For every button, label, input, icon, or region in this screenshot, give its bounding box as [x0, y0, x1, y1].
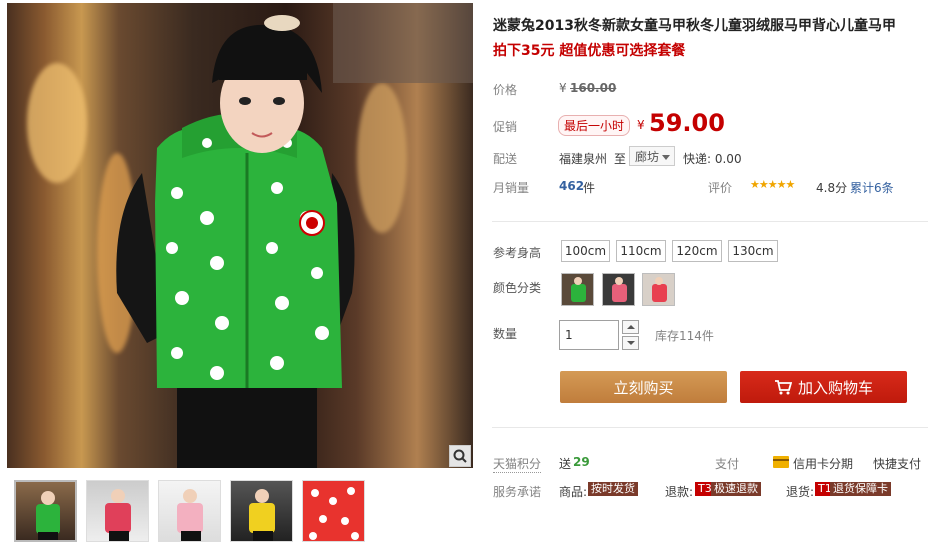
promo-tag: 最后一小时 — [558, 115, 631, 136]
sales-label: 月销量 — [493, 181, 530, 195]
rating-score: 4.8分 — [816, 181, 848, 195]
color-option-pink-red[interactable] — [642, 273, 675, 306]
thumbnail-image — [177, 489, 203, 541]
vest-green-swatch — [571, 277, 586, 302]
thumbnail-strip — [14, 480, 365, 542]
thumbnail-image — [36, 491, 60, 540]
thumbnail-image — [105, 489, 131, 541]
active-indicator-icon — [42, 480, 52, 481]
credit-card-icon — [773, 456, 789, 468]
express-fee: 快递: 0.00 — [683, 152, 742, 166]
original-price: 160.00 — [570, 81, 617, 95]
magnifier-icon — [453, 449, 467, 463]
original-currency: ¥ — [559, 81, 567, 95]
points-prefix: 送 — [559, 457, 572, 471]
rating-label: 评价 — [708, 181, 733, 195]
thumbnail-2[interactable] — [86, 480, 149, 542]
color-label: 颜色分类 — [493, 281, 542, 295]
add-to-cart-label: 加入购物车 — [797, 378, 873, 397]
add-to-cart-button[interactable]: 加入购物车 — [740, 371, 907, 403]
goods-prefix: 商品: — [559, 485, 588, 499]
fast-refund-badge[interactable]: 极速退款 — [711, 482, 761, 496]
promo-price: 59.00 — [649, 109, 725, 137]
qty-label: 数量 — [493, 327, 518, 341]
promo-label: 促销 — [493, 120, 518, 134]
price-label: 价格 — [493, 83, 518, 97]
delivery-label: 配送 — [493, 152, 518, 166]
stock-text: 库存114件 — [655, 329, 714, 343]
buy-now-label: 立刻购买 — [613, 378, 674, 397]
zoom-button[interactable] — [449, 445, 471, 467]
tmall-points-label[interactable]: 天猫积分 — [493, 455, 542, 473]
size-option-100[interactable]: 100cm — [561, 240, 610, 262]
sales-count: 462 — [559, 179, 585, 193]
thumbnail-1[interactable] — [14, 480, 77, 542]
buy-now-button[interactable]: 立刻购买 — [560, 371, 727, 403]
delivery-to-word: 至 — [614, 152, 627, 166]
city-select-value: 廊坊 — [635, 149, 660, 164]
service-label: 服务承诺 — [493, 485, 542, 499]
qty-increase-button[interactable] — [622, 320, 639, 334]
sales-unit: 件 — [583, 181, 596, 195]
qty-decrease-button[interactable] — [622, 336, 639, 350]
thumbnail-3[interactable] — [158, 480, 221, 542]
cart-icon — [774, 380, 792, 395]
credit-installment[interactable]: 信用卡分期 — [793, 455, 853, 472]
vest-pink-swatch — [612, 277, 627, 302]
city-select[interactable]: 廊坊 — [629, 146, 675, 166]
divider — [492, 427, 928, 428]
size-option-130[interactable]: 130cm — [728, 240, 778, 262]
thumbnail-4[interactable] — [230, 480, 293, 542]
color-option-pink-white[interactable] — [602, 273, 635, 306]
height-label: 参考身高 — [493, 246, 542, 260]
on-time-badge[interactable]: 按时发货 — [588, 482, 638, 496]
quick-pay[interactable]: 快捷支付 — [873, 455, 921, 472]
points-value: 29 — [573, 455, 590, 469]
review-count-link[interactable]: 累计6条 — [850, 179, 894, 196]
size-option-110[interactable]: 110cm — [616, 240, 666, 262]
promo-currency: ¥ — [637, 118, 645, 132]
thumbnail-image — [249, 489, 275, 541]
thumbnail-5[interactable] — [302, 480, 365, 542]
return-card-badge[interactable]: 退货保障卡 — [830, 482, 891, 496]
refund-prefix: 退款: — [665, 485, 694, 499]
vest-red-swatch — [652, 277, 667, 302]
main-product-photo[interactable] — [7, 3, 473, 468]
product-title: 迷蒙兔2013秋冬新款女童马甲秋冬儿童羽绒服马甲背心儿童马甲 — [493, 18, 896, 34]
promo-text: 拍下35元 超值优惠可选择套餐 — [493, 43, 686, 59]
size-option-120[interactable]: 120cm — [672, 240, 722, 262]
chevron-up-icon — [626, 325, 635, 329]
rating-stars-icon: ★★★★★ — [750, 178, 795, 191]
chevron-down-icon — [626, 341, 635, 345]
delivery-from: 福建泉州 — [559, 152, 608, 166]
pay-label: 支付 — [715, 457, 740, 471]
color-option-green[interactable] — [561, 273, 594, 306]
thumbnail-image — [309, 487, 359, 540]
chevron-down-icon — [662, 155, 670, 160]
quantity-input[interactable]: 1 — [559, 320, 619, 350]
child-figure — [116, 15, 355, 468]
return-prefix: 退货: — [786, 485, 815, 499]
divider — [492, 221, 928, 222]
